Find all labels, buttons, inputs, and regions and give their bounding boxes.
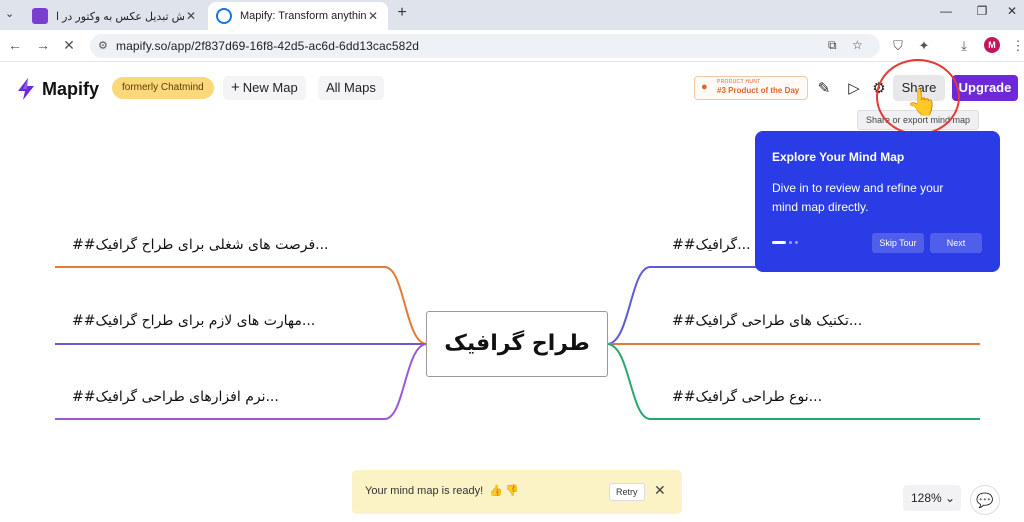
tour-progress-dots	[772, 241, 798, 244]
new-map-button[interactable]: + New Map	[223, 76, 306, 100]
url-text[interactable]: mapify.so/app/2f837d69-16f8-42d5-ac6d-6d…	[116, 39, 419, 53]
toast-message: Your mind map is ready!	[365, 485, 484, 497]
logo-text: Mapify	[42, 78, 100, 99]
zoom-level-dropdown[interactable]: 128% ⌄	[903, 485, 961, 511]
mapify-logo[interactable]: Mapify	[14, 77, 99, 101]
mindmap-node-left-3[interactable]: ##نرم افزارهای طراحی گرافیک...	[72, 389, 279, 405]
tour-body: Dive in to review and refine your mind m…	[772, 181, 944, 214]
url-omnibox[interactable]: ⚙ mapify.so/app/2f837d69-16f8-42d5-ac6d-…	[90, 34, 880, 58]
new-map-label: New Map	[242, 80, 298, 95]
browser-tab-active[interactable]: Mapify: Transform anything to ... ✕	[208, 2, 388, 30]
chevron-down-icon: ⌄	[945, 491, 956, 505]
tab-favicon-icon	[216, 8, 232, 24]
restore-icon[interactable]: ❐	[972, 4, 992, 18]
tab-title: آموزش تبدیل عکس به وکتور در ا...	[56, 10, 184, 23]
browser-tab-inactive[interactable]: آموزش تبدیل عکس به وکتور در ا... ✕	[24, 2, 206, 30]
tab-favicon-icon	[32, 8, 48, 24]
formerly-badge: formerly Chatmind	[112, 77, 214, 99]
ready-toast: Your mind map is ready! 👍 👎 Retry ✕	[352, 470, 682, 514]
stop-loading-icon[interactable]: ✕	[60, 37, 78, 54]
mindmap-node-left-2[interactable]: ##مهارت های لازم برای طراح گرافیک...	[72, 313, 315, 329]
address-bar-row: ← → ✕ ⚙ mapify.so/app/2f837d69-16f8-42d5…	[0, 30, 1024, 62]
tab-close-icon[interactable]: ✕	[366, 9, 380, 23]
product-hunt-award-badge[interactable]: ● PRODUCT HUNT #3 Product of the Day	[694, 76, 808, 100]
plus-icon: +	[231, 79, 240, 96]
next-button[interactable]: Next	[930, 233, 982, 253]
upgrade-button[interactable]: Upgrade	[952, 75, 1018, 101]
thumbs-up-icon[interactable]: 👍	[489, 484, 503, 497]
all-maps-button[interactable]: All Maps	[318, 76, 384, 100]
tab-title: Mapify: Transform anything to ...	[240, 10, 366, 22]
menu-kebab-icon[interactable]: ⋮	[1010, 38, 1024, 54]
cast-icon[interactable]: ⧉	[828, 38, 837, 53]
shield-extension-icon[interactable]: ⛉	[890, 38, 906, 54]
close-window-icon[interactable]: ✕	[1002, 4, 1022, 18]
mindmap-node-left-1[interactable]: ##فرصت های شغلی برای طراح گرافیک...	[72, 237, 329, 253]
award-big-text: #3 Product of the Day	[717, 86, 800, 95]
mindmap-node-right-2[interactable]: ##تکنیک های طراحی گرافیک...	[672, 313, 862, 329]
chat-icon[interactable]: 💬	[970, 485, 1000, 515]
tab-search-chevron-icon[interactable]: ⌄	[0, 6, 18, 30]
tour-popup: Explore Your Mind Map Dive in to review …	[755, 131, 1000, 272]
play-icon[interactable]: ▷	[845, 79, 863, 97]
download-icon[interactable]: ⤓	[956, 38, 972, 54]
extensions-puzzle-icon[interactable]: ✦	[916, 38, 932, 54]
tab-close-icon[interactable]: ✕	[184, 9, 198, 23]
skip-tour-button[interactable]: Skip Tour	[872, 233, 924, 253]
back-icon[interactable]: ←	[6, 37, 24, 53]
zoom-level: 128%	[911, 491, 942, 505]
mindmap-root-node[interactable]: طراح گرافیک	[426, 311, 608, 377]
medal-icon: ●	[701, 81, 708, 93]
minimize-icon[interactable]: —	[936, 4, 956, 18]
toast-close-icon[interactable]: ✕	[654, 482, 666, 499]
site-info-icon[interactable]: ⚙	[98, 39, 108, 52]
retry-button[interactable]: Retry	[609, 483, 645, 501]
browser-tab-bar: ⌄ آموزش تبدیل عکس به وکتور در ا... ✕ Map…	[0, 0, 1024, 30]
bookmark-star-icon[interactable]: ☆	[852, 38, 863, 52]
hand-cursor-icon: 👆	[906, 87, 939, 117]
mindmap-node-right-3[interactable]: ##نوع طراحی گرافیک...	[672, 389, 822, 405]
award-small-text: PRODUCT HUNT	[717, 79, 761, 85]
bolt-logo-icon	[18, 78, 34, 100]
new-tab-icon[interactable]: +	[392, 4, 412, 22]
mindmap-node-right-1[interactable]: ##گرافیک...	[672, 237, 751, 253]
thumbs-down-icon[interactable]: 👎	[505, 484, 519, 497]
forward-icon[interactable]: →	[34, 37, 52, 53]
tour-title: Explore Your Mind Map	[772, 150, 905, 164]
profile-avatar[interactable]: M	[984, 37, 1000, 53]
brush-icon[interactable]: ✎	[815, 79, 833, 97]
